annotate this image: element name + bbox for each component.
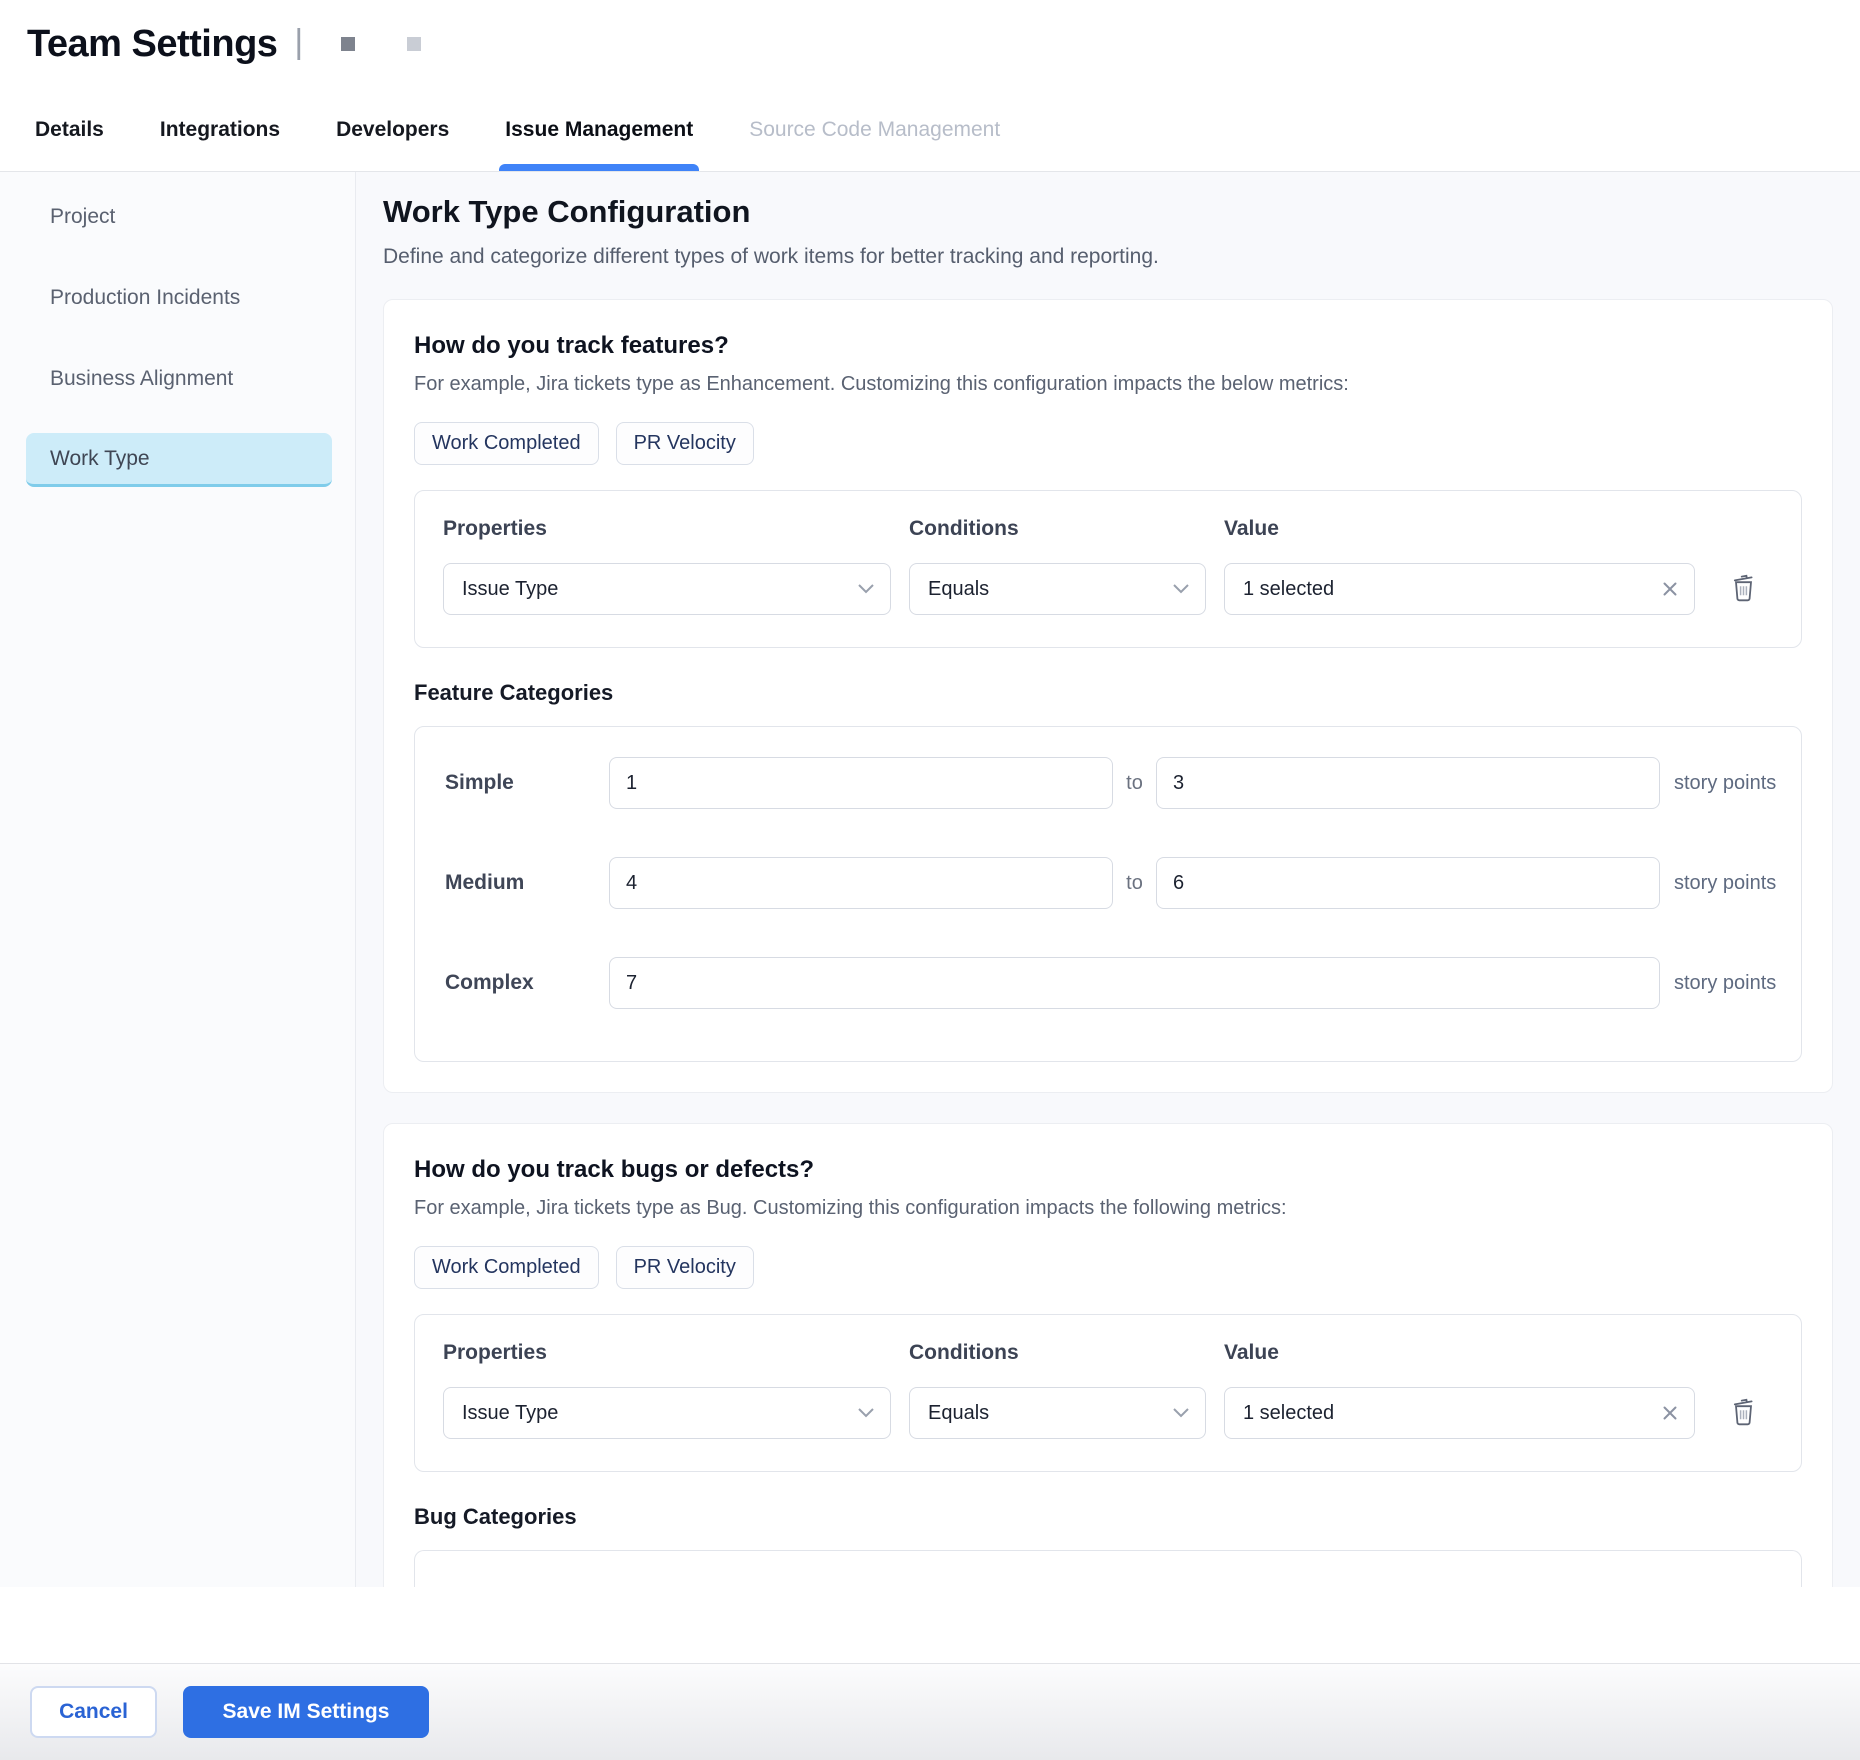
properties-column-label: Properties <box>443 1341 891 1365</box>
sidebar-item-project[interactable]: Project <box>26 190 332 244</box>
tab-integrations[interactable]: Integrations <box>160 88 280 171</box>
category-row-complex: Complex story points <box>445 957 1801 1009</box>
tab-source-code-management[interactable]: Source Code Management <box>749 88 1000 171</box>
value-column-label: Value <box>1224 1341 1695 1365</box>
condition-select-value: Equals <box>928 578 989 601</box>
sidebar-item-production-incidents[interactable]: Production Incidents <box>26 271 332 325</box>
settings-body: Project Production Incidents Business Al… <box>0 172 1860 1587</box>
chip-work-completed: Work Completed <box>414 422 599 465</box>
section-subtitle: Define and categorize different types of… <box>383 245 1860 269</box>
property-select[interactable]: Issue Type <box>443 563 891 615</box>
features-rule-panel: Properties Conditions Value Issue Type E… <box>414 490 1802 648</box>
condition-select-value: Equals <box>928 1402 989 1425</box>
clear-selection-icon[interactable] <box>1662 1405 1678 1421</box>
medium-from-input[interactable] <box>609 857 1113 909</box>
simple-to-input[interactable] <box>1156 757 1660 809</box>
features-card: How do you track features? For example, … <box>383 299 1833 1093</box>
property-select[interactable]: Issue Type <box>443 1387 891 1439</box>
cancel-button[interactable]: Cancel <box>30 1686 157 1738</box>
story-points-label: story points <box>1674 772 1776 795</box>
bugs-rule-panel: Properties Conditions Value Issue Type E… <box>414 1314 1802 1472</box>
trash-icon <box>1730 1397 1757 1429</box>
story-points-label: story points <box>1674 972 1776 995</box>
title-bar: Team Settings | <box>0 0 1860 88</box>
medium-to-input[interactable] <box>1156 857 1660 909</box>
feature-categories-title: Feature Categories <box>414 680 1802 706</box>
delete-rule-button[interactable] <box>1713 569 1773 609</box>
complex-from-input[interactable] <box>609 957 1660 1009</box>
value-column-label: Value <box>1224 517 1695 541</box>
category-label: Medium <box>445 871 609 895</box>
trash-icon <box>1730 573 1757 605</box>
features-card-title: How do you track features? <box>414 332 1802 360</box>
to-label: to <box>1113 872 1156 895</box>
bugs-card: How do you track bugs or defects? For ex… <box>383 1123 1833 1587</box>
condition-select[interactable]: Equals <box>909 563 1206 615</box>
to-label: to <box>1113 772 1156 795</box>
story-points-label: story points <box>1674 872 1776 895</box>
condition-select[interactable]: Equals <box>909 1387 1206 1439</box>
page-title: Team Settings <box>27 23 277 66</box>
conditions-column-label: Conditions <box>909 517 1206 541</box>
tab-developers[interactable]: Developers <box>336 88 449 171</box>
settings-sidebar: Project Production Incidents Business Al… <box>0 172 356 1587</box>
save-im-settings-button[interactable]: Save IM Settings <box>183 1686 429 1738</box>
delete-rule-button[interactable] <box>1713 1393 1773 1433</box>
category-label: Complex <box>445 971 609 995</box>
chevron-down-icon <box>858 584 874 594</box>
property-select-value: Issue Type <box>462 1402 558 1425</box>
chip-work-completed: Work Completed <box>414 1246 599 1289</box>
bug-categories-panel <box>414 1550 1802 1587</box>
value-selected-text: 1 selected <box>1243 1402 1334 1425</box>
features-card-description: For example, Jira tickets type as Enhanc… <box>414 373 1802 396</box>
team-settings-page: Team Settings | Details Integrations Dev… <box>0 0 1860 1760</box>
tab-details[interactable]: Details <box>35 88 104 171</box>
footer-gap <box>0 1587 1860 1663</box>
value-multiselect[interactable]: 1 selected <box>1224 1387 1695 1439</box>
tab-issue-management[interactable]: Issue Management <box>505 88 693 171</box>
property-select-value: Issue Type <box>462 578 558 601</box>
chevron-down-icon <box>1173 584 1189 594</box>
header-dark-square-icon <box>341 37 355 51</box>
sidebar-item-business-alignment[interactable]: Business Alignment <box>26 352 332 406</box>
features-metric-chips: Work Completed PR Velocity <box>414 422 1802 465</box>
bugs-card-description: For example, Jira tickets type as Bug. C… <box>414 1197 1802 1220</box>
bugs-card-title: How do you track bugs or defects? <box>414 1156 1802 1184</box>
conditions-column-label: Conditions <box>909 1341 1206 1365</box>
chevron-down-icon <box>1173 1408 1189 1418</box>
chip-pr-velocity: PR Velocity <box>616 1246 754 1289</box>
category-row-medium: Medium to story points <box>445 857 1801 909</box>
bug-categories-title: Bug Categories <box>414 1504 1802 1530</box>
chevron-down-icon <box>858 1408 874 1418</box>
settings-tab-bar: Details Integrations Developers Issue Ma… <box>0 88 1860 172</box>
sidebar-item-work-type[interactable]: Work Type <box>26 433 332 487</box>
value-selected-text: 1 selected <box>1243 578 1334 601</box>
clear-selection-icon[interactable] <box>1662 581 1678 597</box>
section-title: Work Type Configuration <box>383 194 1860 230</box>
simple-from-input[interactable] <box>609 757 1113 809</box>
header-light-square-icon <box>407 37 421 51</box>
bugs-metric-chips: Work Completed PR Velocity <box>414 1246 1802 1289</box>
feature-categories-panel: Simple to story points Medium to story p… <box>414 726 1802 1062</box>
chip-pr-velocity: PR Velocity <box>616 422 754 465</box>
value-multiselect[interactable]: 1 selected <box>1224 563 1695 615</box>
category-row-simple: Simple to story points <box>445 757 1801 809</box>
footer-action-bar: Cancel Save IM Settings <box>0 1663 1860 1760</box>
properties-column-label: Properties <box>443 517 891 541</box>
work-type-content: Work Type Configuration Define and categ… <box>356 172 1860 1587</box>
category-label: Simple <box>445 771 609 795</box>
title-divider: | <box>294 23 303 62</box>
